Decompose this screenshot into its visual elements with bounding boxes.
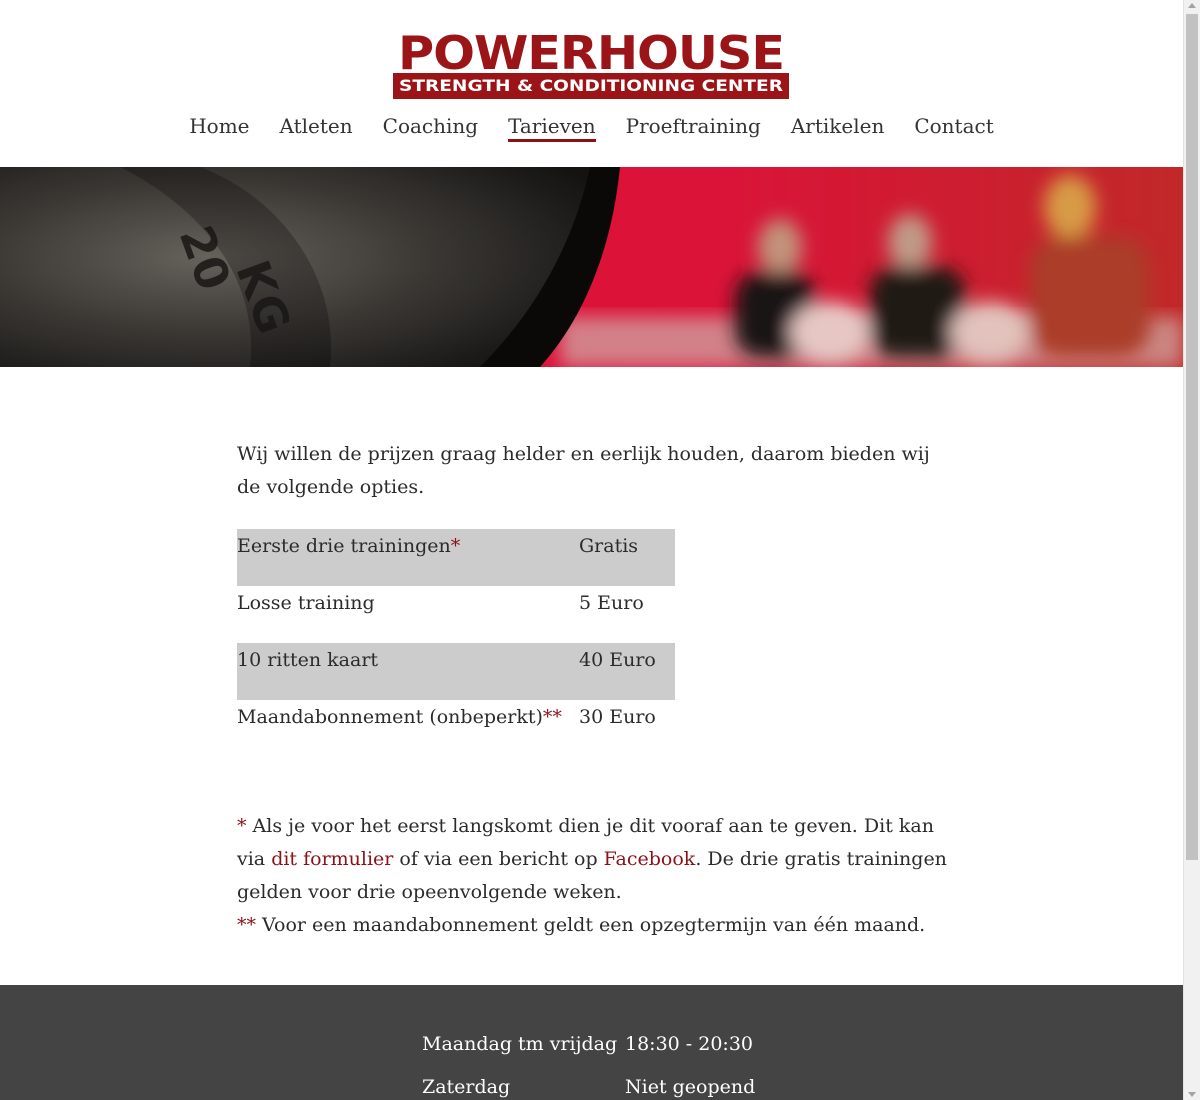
scroll-up-arrow-icon[interactable] bbox=[1188, 3, 1196, 8]
hours-row: Maandag tm vrijdag 18:30 - 20:30 bbox=[422, 1033, 822, 1076]
hero-image: 20 KG bbox=[0, 167, 1183, 367]
price-name-text: Eerste drie trainingen bbox=[237, 535, 451, 557]
table-row: 10 ritten kaart 40 Euro bbox=[237, 643, 675, 700]
price-value: 40 Euro bbox=[579, 643, 675, 700]
intro-text: Wij willen de prijzen graag helder en ee… bbox=[237, 443, 930, 498]
logo-tagline: STRENGTH & CONDITIONING CENTER bbox=[399, 76, 783, 95]
footnote-mark: * bbox=[450, 535, 461, 557]
table-row: Maandabonnement (onbeperkt)** 30 Euro bbox=[237, 700, 675, 757]
hours-day: Zaterdag bbox=[422, 1076, 511, 1098]
price-name: Maandabonnement (onbeperkt)** bbox=[237, 700, 579, 757]
table-row: Losse training 5 Euro bbox=[237, 586, 675, 643]
price-table: Eerste drie trainingen* Gratis Losse tra… bbox=[237, 529, 675, 757]
main-content: Wij willen de prijzen graag helder en ee… bbox=[237, 438, 947, 942]
footnote-mark: * bbox=[237, 815, 247, 837]
table-row: Eerste drie trainingen* Gratis bbox=[237, 529, 675, 586]
form-link[interactable]: dit formulier bbox=[271, 848, 393, 870]
footnote-first: * Als je voor het eerst langskomt dien j… bbox=[237, 810, 947, 909]
price-name-text: Maandabonnement (onbeperkt) bbox=[237, 706, 543, 728]
opening-hours: Maandag tm vrijdag 18:30 - 20:30 Zaterda… bbox=[422, 1033, 822, 1100]
nav-item-proeftraining[interactable]: Proeftraining bbox=[626, 112, 761, 144]
nav-item-coaching[interactable]: Coaching bbox=[383, 112, 478, 144]
nav-item-artikelen[interactable]: Artikelen bbox=[791, 112, 885, 144]
hours-time: Niet geopend bbox=[625, 1076, 756, 1098]
price-name: 10 ritten kaart bbox=[237, 643, 579, 700]
footnote-text: Voor een maandabonnement geldt een opzeg… bbox=[256, 914, 926, 936]
hours-day: Maandag tm vrijdag bbox=[422, 1033, 618, 1055]
footnotes: * Als je voor het eerst langskomt dien j… bbox=[237, 810, 947, 942]
facebook-link[interactable]: Facebook bbox=[604, 848, 696, 870]
price-name-text: Losse training bbox=[237, 592, 375, 614]
price-name: Losse training bbox=[237, 586, 579, 643]
page: POWERHOUSE STRENGTH & CONDITIONING CENTE… bbox=[0, 0, 1183, 1100]
vertical-scrollbar[interactable] bbox=[1183, 0, 1200, 1100]
site-header: POWERHOUSE STRENGTH & CONDITIONING CENTE… bbox=[0, 0, 1183, 167]
hero-photo: 20 KG bbox=[0, 167, 1183, 367]
price-value: Gratis bbox=[579, 529, 675, 586]
hours-time: 18:30 - 20:30 bbox=[625, 1033, 754, 1055]
scrollbar-thumb[interactable] bbox=[1186, 14, 1198, 860]
scroll-down-arrow-icon[interactable] bbox=[1188, 1092, 1196, 1097]
main-nav: Home Atleten Coaching Tarieven Proeftrai… bbox=[0, 112, 1183, 146]
logo-wordmark: POWERHOUSE bbox=[398, 26, 784, 80]
nav-item-tarieven[interactable]: Tarieven bbox=[508, 112, 596, 144]
footnote-text: of via een bericht op bbox=[393, 848, 604, 870]
footnote-second: ** Voor een maandabonnement geldt een op… bbox=[237, 909, 947, 942]
hours-row: Zaterdag Niet geopend bbox=[422, 1076, 822, 1100]
footnote-mark: ** bbox=[237, 914, 256, 936]
footnote-mark: ** bbox=[542, 706, 562, 728]
price-value: 5 Euro bbox=[579, 592, 644, 614]
nav-item-atleten[interactable]: Atleten bbox=[280, 112, 353, 144]
powerhouse-logo[interactable]: POWERHOUSE STRENGTH & CONDITIONING CENTE… bbox=[393, 25, 789, 99]
price-name: Eerste drie trainingen* bbox=[237, 529, 579, 586]
price-name-text: 10 ritten kaart bbox=[237, 649, 379, 671]
site-footer: Maandag tm vrijdag 18:30 - 20:30 Zaterda… bbox=[0, 985, 1183, 1100]
nav-item-home[interactable]: Home bbox=[189, 112, 249, 144]
price-value: 30 Euro bbox=[579, 706, 656, 728]
nav-item-contact[interactable]: Contact bbox=[914, 112, 993, 144]
